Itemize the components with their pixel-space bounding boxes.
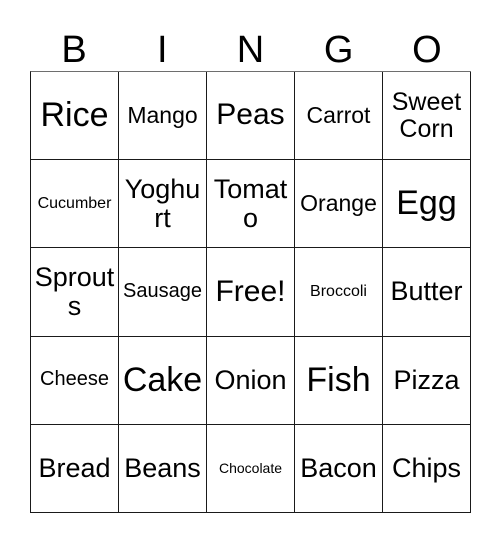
bingo-cell-label: Bread (38, 452, 111, 483)
bingo-cell[interactable]: Yoghurt (119, 160, 207, 249)
bingo-cell-label: Tomato (213, 173, 288, 233)
bingo-cell-label: Cucumber (37, 195, 112, 213)
bingo-cell[interactable]: Pizza (383, 336, 471, 425)
bingo-cell-label: Chocolate (218, 459, 283, 476)
bingo-cell[interactable]: Carrot (295, 72, 383, 161)
bingo-cell[interactable]: Mango (119, 72, 207, 161)
bingo-cell[interactable]: Cucumber (31, 160, 119, 249)
bingo-cell-label: Peas (216, 98, 285, 132)
bingo-header-letter-b: B (61, 29, 87, 71)
bingo-card: B I N G O Rice Mango Peas Carrot Sweet C… (0, 0, 500, 544)
bingo-cell[interactable]: Sweet Corn (383, 72, 471, 161)
bingo-cell[interactable]: Fish (295, 336, 383, 425)
bingo-cell-label: Broccoli (310, 283, 367, 301)
bingo-cell-label: Sweet Corn (391, 87, 462, 143)
bingo-cell-label: Cake (122, 360, 203, 399)
bingo-cell[interactable]: Bacon (295, 424, 383, 514)
bingo-cell-label: Sprouts (34, 261, 115, 321)
bingo-header-letter-n: N (236, 29, 265, 71)
bingo-cell-label: Rice (40, 96, 109, 135)
bingo-cell[interactable]: Egg (383, 160, 471, 249)
bingo-header-row: B I N G O (30, 14, 471, 71)
bingo-cell-label: Yoghurt (124, 173, 201, 233)
bingo-cell-label: Beans (124, 452, 201, 483)
bingo-cell-free-space[interactable]: Free! (207, 248, 295, 337)
bingo-cell-label: Egg (396, 184, 457, 223)
bingo-row: Rice Mango Peas Carrot Sweet Corn (31, 72, 471, 161)
bingo-grid: Rice Mango Peas Carrot Sweet Corn Cucumb… (30, 71, 471, 514)
bingo-header-letter-i: I (157, 29, 168, 71)
bingo-cell[interactable]: Chocolate (207, 424, 295, 514)
bingo-cell-label: Orange (300, 190, 377, 217)
bingo-cell-label: Chips (391, 452, 462, 483)
bingo-cell[interactable]: Cake (119, 336, 207, 425)
bingo-cell-label: Free! (215, 274, 286, 308)
bingo-cell[interactable]: Rice (31, 72, 119, 161)
bingo-cell-label: Carrot (306, 102, 371, 129)
bingo-row: Cucumber Yoghurt Tomato Orange Egg (31, 160, 471, 249)
bingo-row: Cheese Cake Onion Fish Pizza (31, 336, 471, 425)
bingo-cell[interactable]: Peas (207, 72, 295, 161)
bingo-cell-label: Mango (127, 102, 198, 129)
bingo-cell-label: Cheese (40, 368, 109, 391)
bingo-cell-label: Pizza (393, 364, 460, 395)
bingo-cell[interactable]: Sausage (119, 248, 207, 337)
bingo-cell-label: Onion (214, 364, 287, 395)
bingo-cell-label: Fish (306, 360, 371, 399)
bingo-row: Sprouts Sausage Free! Broccoli Butter (31, 248, 471, 337)
bingo-row: Bread Beans Chocolate Bacon Chips (31, 424, 471, 514)
bingo-header-letter-o: O (412, 29, 442, 71)
bingo-header-letter-g: G (323, 29, 354, 71)
bingo-cell-label: Butter (390, 276, 463, 307)
bingo-cell-label: Bacon (300, 452, 377, 483)
bingo-cell[interactable]: Tomato (207, 160, 295, 249)
bingo-cell[interactable]: Orange (295, 160, 383, 249)
bingo-cell[interactable]: Chips (383, 424, 471, 514)
bingo-cell[interactable]: Broccoli (295, 248, 383, 337)
bingo-cell-label: Sausage (123, 280, 202, 303)
bingo-cell[interactable]: Sprouts (31, 248, 119, 337)
bingo-cell[interactable]: Beans (119, 424, 207, 514)
bingo-cell[interactable]: Cheese (31, 336, 119, 425)
bingo-cell[interactable]: Onion (207, 336, 295, 425)
bingo-cell[interactable]: Butter (383, 248, 471, 337)
bingo-cell[interactable]: Bread (31, 424, 119, 514)
